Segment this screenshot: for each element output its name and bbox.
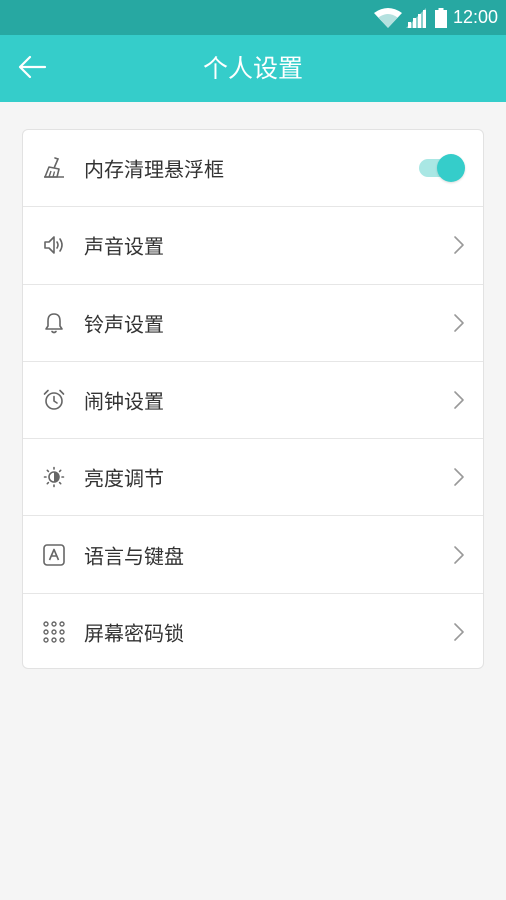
setting-label: 声音设置 <box>84 234 164 259</box>
setting-row-sound[interactable]: 声音设置 <box>23 207 483 285</box>
wifi-icon <box>373 7 403 29</box>
speaker-icon <box>41 232 67 258</box>
signal-icon <box>405 7 427 29</box>
settings-list: 内存清理悬浮框 声音设置 铃声设置 闹钟设置 亮度调节 语言与键盘 屏幕密码锁 <box>22 129 484 669</box>
battery-icon <box>434 7 447 28</box>
chevron-right-icon <box>454 236 464 255</box>
setting-label: 语言与键盘 <box>84 544 184 569</box>
chevron-right-icon <box>454 391 464 409</box>
setting-row-screen-lock[interactable]: 屏幕密码锁 <box>23 594 483 668</box>
setting-label: 铃声设置 <box>84 312 164 337</box>
pattern-lock-icon <box>41 619 67 645</box>
alarm-clock-icon <box>41 387 67 413</box>
chevron-right-icon <box>454 623 464 642</box>
arrow-left-icon <box>17 55 47 83</box>
setting-row-brightness[interactable]: 亮度调节 <box>23 439 483 517</box>
broom-icon <box>41 155 67 181</box>
brightness-icon <box>41 464 67 490</box>
back-button[interactable] <box>10 47 54 91</box>
status-bar: 12:00 <box>0 0 506 35</box>
memory-float-toggle[interactable] <box>419 153 465 183</box>
chevron-right-icon <box>454 545 464 564</box>
setting-row-language-keyboard[interactable]: 语言与键盘 <box>23 516 483 594</box>
setting-row-memory-float[interactable]: 内存清理悬浮框 <box>23 130 483 208</box>
toggle-knob <box>437 154 465 183</box>
chevron-right-icon <box>454 468 464 487</box>
chevron-right-icon <box>454 313 464 332</box>
setting-label: 内存清理悬浮框 <box>84 157 224 182</box>
setting-label: 屏幕密码锁 <box>84 621 184 646</box>
bell-icon <box>41 310 67 336</box>
keyboard-letter-icon <box>41 542 67 568</box>
setting-row-ringtone[interactable]: 铃声设置 <box>23 285 483 362</box>
setting-label: 闹钟设置 <box>84 389 164 414</box>
setting-label: 亮度调节 <box>84 466 164 491</box>
app-bar: 个人设置 <box>0 35 506 102</box>
status-icons: 12:00 <box>373 0 498 35</box>
page-title: 个人设置 <box>202 54 303 83</box>
setting-row-alarm[interactable]: 闹钟设置 <box>23 362 483 440</box>
status-time: 12:00 <box>452 7 498 27</box>
